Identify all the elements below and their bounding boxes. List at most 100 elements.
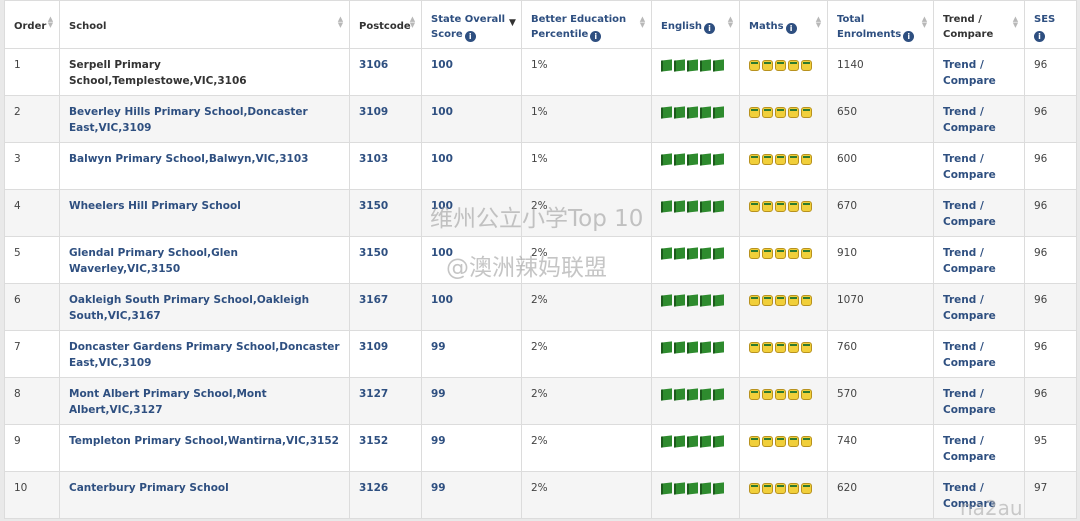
sort-icon[interactable]: ▲ ▼ — [815, 16, 822, 29]
sort-descending-icon[interactable]: ▼ — [509, 19, 516, 28]
column-header-enrolments[interactable]: Total Enrolments i ▲ ▼ — [827, 0, 934, 49]
info-icon[interactable]: i — [903, 31, 915, 42]
postcode-link[interactable]: 3152 — [349, 424, 422, 472]
maths-rating-icons — [749, 292, 818, 306]
info-icon[interactable]: i — [704, 23, 716, 34]
score-link[interactable]: 99 — [421, 471, 522, 519]
book-icon — [661, 200, 672, 213]
coin-icon — [801, 483, 812, 494]
book-icon — [674, 247, 685, 260]
school-link[interactable]: Wheelers Hill Primary School — [59, 189, 350, 237]
trend-compare-link[interactable]: Trend / Compare — [933, 236, 1025, 284]
school-link[interactable]: Balwyn Primary School,Balwyn,VIC,3103 — [59, 142, 350, 190]
score-link[interactable]: 99 — [421, 330, 522, 378]
maths-rating — [739, 236, 828, 284]
column-header-ses[interactable]: SES i — [1024, 0, 1077, 49]
column-header-postcode[interactable]: Postcode ▲ ▼ — [349, 0, 422, 49]
coin-icon — [788, 248, 799, 259]
trend-compare-link[interactable]: Trend / Compare — [933, 330, 1025, 378]
percentile-cell: 1% — [521, 95, 652, 143]
sort-icon[interactable]: ▲ ▼ — [1012, 16, 1019, 29]
school-link[interactable]: Beverley Hills Primary School,Doncaster … — [59, 95, 350, 143]
book-icon — [661, 482, 672, 495]
school-ranking-page: Order ▲ ▼ School ▲ ▼ Postcode ▲ ▼ State Ove… — [0, 0, 1080, 521]
column-header-label: Total — [837, 14, 865, 25]
score-link[interactable]: 100 — [421, 283, 522, 331]
english-rating-icons — [661, 386, 730, 401]
column-header-percentile[interactable]: Better Education Percentile i ▲ ▼ — [521, 0, 652, 49]
school-ranking-table: Order ▲ ▼ School ▲ ▼ Postcode ▲ ▼ State Ove… — [4, 0, 1077, 519]
book-icon — [687, 106, 698, 119]
book-icon — [674, 482, 685, 495]
enrolments-cell: 620 — [827, 471, 934, 519]
book-icon — [661, 388, 672, 401]
column-header-label: Score — [431, 29, 463, 40]
info-icon[interactable]: i — [785, 23, 797, 34]
coin-icon — [788, 60, 799, 71]
sort-icon[interactable]: ▲ ▼ — [639, 16, 646, 29]
school-link[interactable]: Glendal Primary School,Glen Waverley,VIC… — [59, 236, 350, 284]
english-rating-icons — [661, 104, 730, 119]
postcode-link[interactable]: 3167 — [349, 283, 422, 331]
coin-icon — [762, 60, 773, 71]
coin-icon — [775, 295, 786, 306]
trend-compare-link[interactable]: Trend / Compare — [933, 424, 1025, 472]
column-header-state-score[interactable]: State Overall Score i ▼ — [421, 0, 522, 49]
order-cell: 7 — [4, 330, 60, 378]
book-icon — [661, 153, 672, 166]
score-link[interactable]: 99 — [421, 424, 522, 472]
trend-compare-link[interactable]: Trend / Compare — [933, 377, 1025, 425]
score-link[interactable]: 100 — [421, 95, 522, 143]
postcode-link[interactable]: 3103 — [349, 142, 422, 190]
column-header-order[interactable]: Order ▲ ▼ — [4, 0, 60, 49]
postcode-link[interactable]: 3150 — [349, 189, 422, 237]
column-header-english[interactable]: English i ▲ ▼ — [651, 0, 740, 49]
column-header-maths[interactable]: Maths i ▲ ▼ — [739, 0, 828, 49]
info-icon[interactable]: i — [1034, 31, 1045, 42]
score-link[interactable]: 99 — [421, 377, 522, 425]
postcode-link[interactable]: 3109 — [349, 95, 422, 143]
trend-compare-link[interactable]: Trend / Compare — [933, 283, 1025, 331]
school-link[interactable]: Mont Albert Primary School,Mont Albert,V… — [59, 377, 350, 425]
coin-icon — [801, 107, 812, 118]
order-cell: 10 — [4, 471, 60, 519]
sort-icon[interactable]: ▲ ▼ — [47, 16, 54, 29]
column-header-school[interactable]: School ▲ ▼ — [59, 0, 350, 49]
trend-compare-link[interactable]: Trend / Compare — [933, 48, 1025, 96]
score-link[interactable]: 100 — [421, 189, 522, 237]
book-icon — [674, 388, 685, 401]
coin-icon — [749, 107, 760, 118]
book-icon — [713, 59, 724, 72]
postcode-link[interactable]: 3150 — [349, 236, 422, 284]
score-link[interactable]: 100 — [421, 48, 522, 96]
score-link[interactable]: 100 — [421, 142, 522, 190]
column-header-label: State Overall — [431, 14, 506, 25]
trend-compare-link[interactable]: Trend / Compare — [933, 142, 1025, 190]
coin-icon — [762, 295, 773, 306]
postcode-link[interactable]: 3127 — [349, 377, 422, 425]
sort-icon[interactable]: ▲ ▼ — [921, 16, 928, 29]
info-icon[interactable]: i — [464, 31, 476, 42]
school-link[interactable]: Templeton Primary School,Wantirna,VIC,31… — [59, 424, 350, 472]
english-rating-icons — [661, 480, 730, 495]
trend-compare-link[interactable]: Trend / Compare — [933, 95, 1025, 143]
book-icon — [687, 153, 698, 166]
school-link[interactable]: Doncaster Gardens Primary School,Doncast… — [59, 330, 350, 378]
info-icon[interactable]: i — [590, 31, 602, 42]
maths-rating-icons — [749, 480, 818, 494]
postcode-link[interactable]: 3106 — [349, 48, 422, 96]
school-link[interactable]: Canterbury Primary School — [59, 471, 350, 519]
trend-compare-link[interactable]: Trend / Compare — [933, 189, 1025, 237]
column-header-label: Enrolments — [837, 29, 902, 40]
score-link[interactable]: 100 — [421, 236, 522, 284]
trend-compare-link[interactable]: Trend / Compare — [933, 471, 1025, 519]
school-link[interactable]: Oakleigh South Primary School,Oakleigh S… — [59, 283, 350, 331]
book-icon — [700, 435, 711, 448]
postcode-link[interactable]: 3126 — [349, 471, 422, 519]
sort-icon[interactable]: ▲ ▼ — [727, 16, 734, 29]
column-header-trend[interactable]: Trend / Compare ▲ ▼ — [933, 0, 1025, 49]
postcode-link[interactable]: 3109 — [349, 330, 422, 378]
sort-icon[interactable]: ▲ ▼ — [337, 16, 344, 29]
sort-icon[interactable]: ▲ ▼ — [409, 16, 416, 29]
table-row: 3 Balwyn Primary School,Balwyn,VIC,3103 31… — [4, 142, 1077, 190]
